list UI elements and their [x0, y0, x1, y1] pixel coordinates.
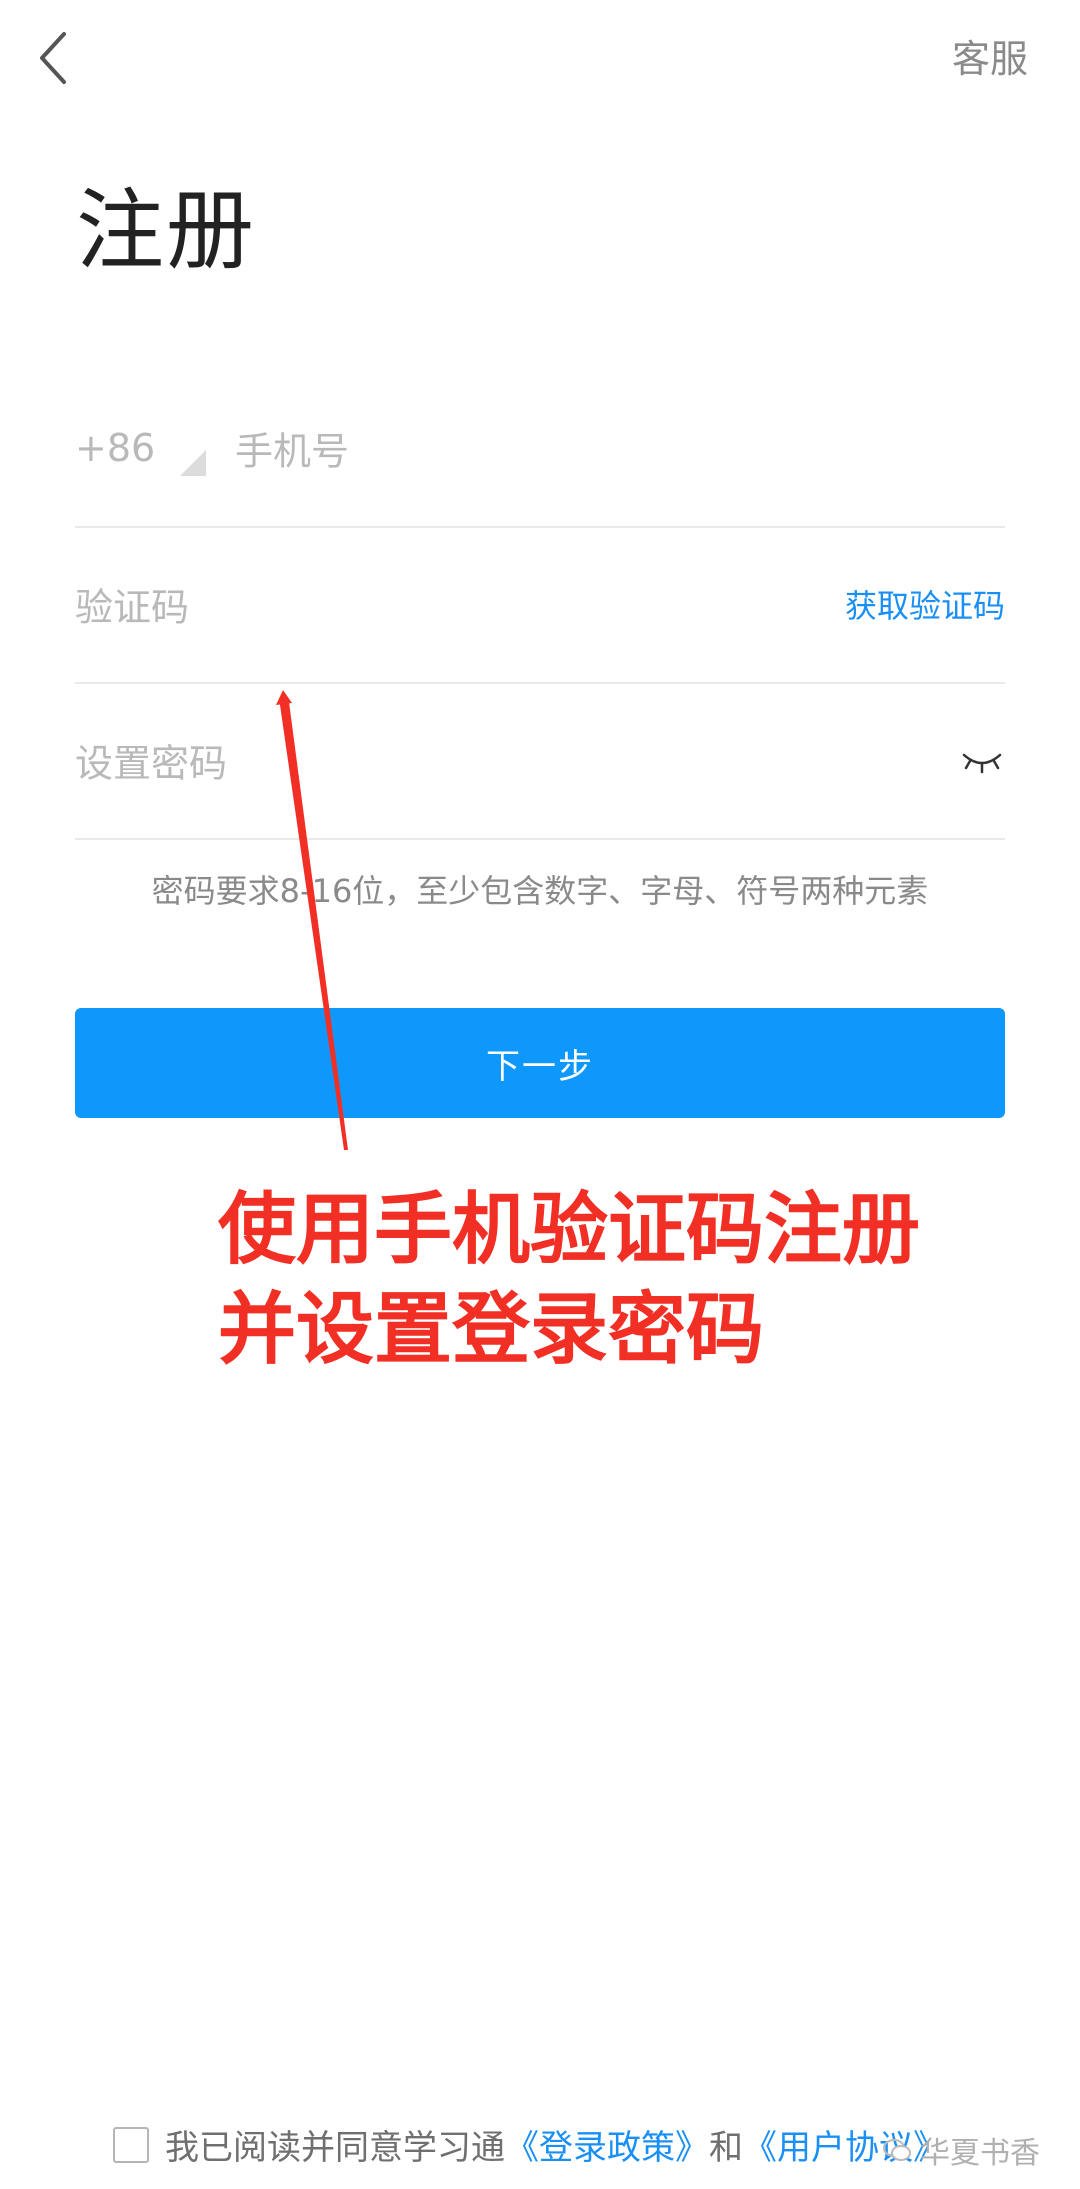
annotation-line-1: 使用手机验证码注册 — [218, 1185, 921, 1275]
annotation-line-2: 并设置登录密码 — [218, 1285, 765, 1375]
agreement-text: 我已阅读并同意学习通 — [165, 2128, 505, 2168]
password-input[interactable]: 设置密码 — [75, 733, 227, 788]
annotation-text: 使用手机验证码注册 并设置登录密码 — [218, 1180, 920, 1380]
next-button[interactable]: 下一步 — [75, 1008, 1005, 1118]
get-code-button[interactable]: 获取验证码 — [845, 581, 1005, 627]
phone-input[interactable]: 手机号 — [235, 421, 349, 476]
verification-code-input[interactable]: 验证码 — [75, 577, 189, 632]
customer-service-link[interactable]: 客服 — [952, 28, 1028, 83]
agreement-checkbox[interactable] — [113, 2126, 149, 2163]
password-row: 设置密码 — [75, 682, 1005, 840]
phone-row: +86 手机号 — [75, 370, 1005, 528]
triangle-icon — [180, 450, 206, 476]
wechat-icon — [883, 2139, 911, 2161]
login-policy-link[interactable]: 《登录政策》 — [505, 2120, 709, 2169]
country-code-selector[interactable]: +86 — [75, 426, 155, 470]
eye-closed-icon[interactable] — [961, 745, 1003, 775]
chevron-left-icon — [40, 32, 66, 84]
agreement-and: 和 — [709, 2128, 743, 2168]
back-button[interactable] — [30, 28, 80, 88]
watermark-text: 华夏书香 — [920, 2136, 1040, 2171]
verification-code-row: 验证码 获取验证码 — [75, 526, 1005, 684]
agreement-row: 我已阅读并同意学习通 《登录政策》 和 《用户协议》 — [113, 2120, 947, 2169]
watermark: 华夏书香 — [882, 2128, 1040, 2172]
password-hint: 密码要求8-16位，至少包含数字、字母、符号两种元素 — [151, 872, 929, 910]
page-title: 注册 — [76, 179, 257, 282]
